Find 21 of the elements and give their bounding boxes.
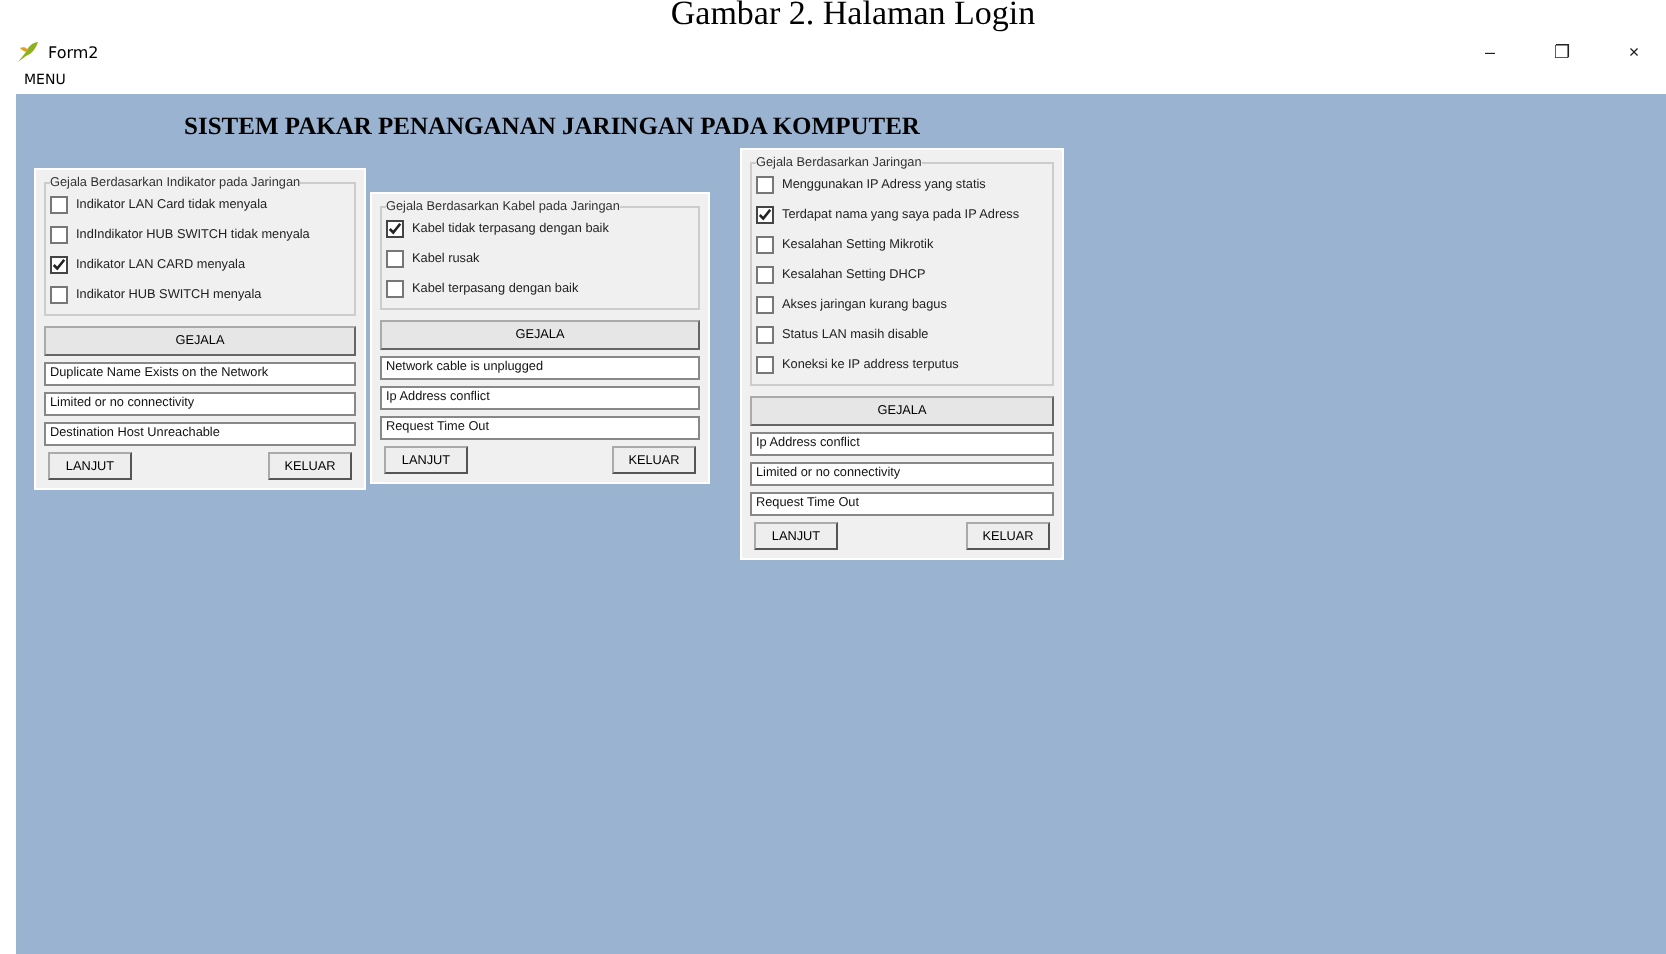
maximize-button[interactable]: ❐ (1530, 42, 1594, 62)
checkbox[interactable] (386, 220, 404, 238)
checkbox[interactable] (50, 196, 68, 214)
checkbox[interactable] (756, 296, 774, 314)
form-heading: SISTEM PAKAR PENANGANAN JARINGAN PADA KOMPUTER (184, 112, 922, 142)
checkbox[interactable] (50, 256, 68, 274)
checkbox[interactable] (50, 286, 68, 304)
checkbox[interactable] (756, 326, 774, 344)
checkbox[interactable] (50, 226, 68, 244)
checkbox[interactable] (756, 266, 774, 284)
checkbox[interactable] (756, 206, 774, 224)
feather-icon (16, 40, 40, 64)
checkbox[interactable] (756, 356, 774, 374)
close-button[interactable]: × (1602, 42, 1666, 62)
checkbox[interactable] (386, 250, 404, 268)
window-title: Form2 (48, 43, 99, 61)
checkbox[interactable] (756, 176, 774, 194)
minimize-button[interactable]: – (1458, 42, 1522, 62)
checkbox[interactable] (756, 236, 774, 254)
figure-caption: Gambar 2. Halaman Login (668, 0, 1038, 32)
checkbox[interactable] (386, 280, 404, 298)
